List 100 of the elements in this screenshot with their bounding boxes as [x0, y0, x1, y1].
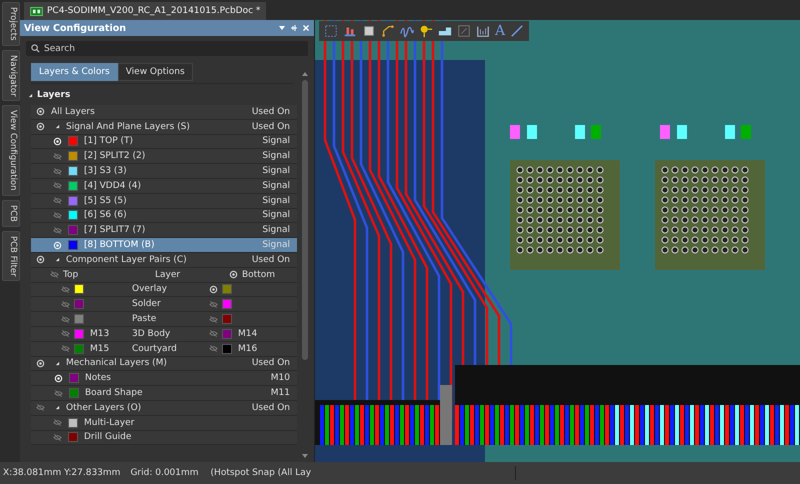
- eye-icon[interactable]: [36, 122, 45, 132]
- layer-pair-row[interactable]: Paste: [31, 312, 297, 327]
- expand-icon[interactable]: [55, 360, 60, 366]
- color-swatch[interactable]: [69, 373, 79, 384]
- bracket-icon[interactable]: [476, 24, 490, 38]
- color-swatch[interactable]: [68, 432, 78, 442]
- pcb-layout-drawing[interactable]: [315, 20, 800, 462]
- panel-tab[interactable]: View Options: [118, 63, 193, 81]
- color-swatch[interactable]: [222, 344, 232, 354]
- scroll-down-icon[interactable]: [302, 454, 308, 458]
- color-swatch[interactable]: [74, 344, 84, 354]
- color-swatch[interactable]: [222, 299, 232, 310]
- dropdown-icon[interactable]: [278, 24, 286, 32]
- color-swatch[interactable]: [68, 225, 78, 236]
- color-swatch[interactable]: [68, 166, 78, 176]
- layer-row[interactable]: [1] TOP (T) Signal: [31, 134, 297, 150]
- layer-group-row[interactable]: Signal And Plane Layers (S) Used On: [31, 120, 297, 135]
- color-swatch[interactable]: [222, 328, 232, 339]
- component-icon[interactable]: [362, 24, 376, 38]
- eye-hidden-icon[interactable]: [61, 314, 70, 324]
- text-tool[interactable]: A: [495, 24, 506, 38]
- eye-icon[interactable]: [36, 358, 45, 368]
- eye-hidden-icon[interactable]: [53, 152, 62, 161]
- eye-hidden-icon[interactable]: [61, 329, 70, 338]
- panel-tab[interactable]: Layers & Colors: [31, 63, 118, 81]
- layer-row[interactable]: Notes M10: [31, 371, 297, 386]
- layer-pair-row[interactable]: M15 Courtyard M16: [31, 342, 297, 357]
- layer-pair-row[interactable]: Solder: [31, 297, 297, 312]
- side-panel-tab[interactable]: Navigator: [2, 50, 20, 102]
- eye-hidden-icon[interactable]: [36, 403, 45, 412]
- color-swatch[interactable]: [74, 314, 84, 324]
- layer-row[interactable]: [5] S5 (5) Signal: [31, 194, 297, 209]
- color-swatch[interactable]: [74, 299, 84, 310]
- layer-row[interactable]: [2] SPLIT2 (2) Signal: [31, 149, 297, 164]
- eye-hidden-icon[interactable]: [209, 329, 218, 338]
- eye-hidden-icon[interactable]: [53, 181, 62, 190]
- color-swatch[interactable]: [68, 418, 78, 428]
- search-field[interactable]: Search: [26, 41, 308, 56]
- layer-row[interactable]: [3] S3 (3) Signal: [31, 164, 297, 179]
- line-icon[interactable]: [510, 24, 524, 38]
- scrollbar-thumb[interactable]: [302, 80, 308, 360]
- color-swatch[interactable]: [222, 314, 232, 324]
- select-rectangle-icon[interactable]: [324, 24, 338, 38]
- probe-icon[interactable]: [419, 24, 433, 38]
- side-panel-tab[interactable]: PCB: [2, 200, 20, 227]
- layer-row[interactable]: Board Shape M11: [31, 386, 297, 401]
- color-swatch[interactable]: [69, 388, 79, 398]
- eye-icon[interactable]: [229, 270, 238, 280]
- eye-hidden-icon[interactable]: [53, 166, 62, 176]
- scroll-up-icon[interactable]: [302, 72, 308, 76]
- color-swatch[interactable]: [68, 240, 78, 250]
- color-swatch[interactable]: [68, 210, 78, 220]
- eye-hidden-icon[interactable]: [61, 284, 70, 294]
- layer-row[interactable]: [7] SPLIT7 (7) Signal: [31, 223, 297, 238]
- eye-hidden-icon[interactable]: [53, 226, 62, 235]
- pin-icon[interactable]: [290, 24, 298, 32]
- document-tab[interactable]: PC4-SODIMM_V200_RC_A1_20141015.PcbDoc *: [24, 2, 266, 20]
- route-icon[interactable]: [381, 24, 395, 38]
- layer-row[interactable]: Drill Guide: [31, 430, 297, 446]
- color-swatch[interactable]: [74, 284, 84, 294]
- expand-icon[interactable]: [55, 405, 60, 410]
- eye-hidden-icon[interactable]: [50, 270, 59, 280]
- side-panel-tab[interactable]: View Configuration: [2, 105, 20, 196]
- side-panel-tab[interactable]: PCB Filter: [2, 230, 20, 282]
- layer-group-row[interactable]: All Layers Used On: [31, 105, 297, 120]
- color-swatch[interactable]: [222, 284, 232, 294]
- color-swatch[interactable]: [68, 180, 78, 191]
- layer-row[interactable]: [6] S6 (6) Signal: [31, 208, 297, 224]
- layer-row[interactable]: [8] BOTTOM (B) Signal: [31, 238, 297, 253]
- color-swatch[interactable]: [68, 151, 78, 162]
- side-panel-tab[interactable]: Projects: [2, 2, 20, 46]
- eye-icon[interactable]: [209, 284, 218, 294]
- eye-icon[interactable]: [36, 255, 45, 264]
- close-icon[interactable]: [302, 24, 310, 32]
- eye-hidden-icon[interactable]: [53, 418, 62, 428]
- eye-hidden-icon[interactable]: [53, 210, 62, 220]
- color-swatch[interactable]: [68, 136, 78, 146]
- eye-hidden-icon[interactable]: [209, 314, 218, 324]
- eye-hidden-icon[interactable]: [54, 388, 63, 398]
- eye-hidden-icon[interactable]: [209, 344, 218, 354]
- eye-icon[interactable]: [36, 107, 45, 116]
- expand-icon[interactable]: [28, 92, 33, 98]
- color-swatch[interactable]: [74, 328, 84, 339]
- expand-icon[interactable]: [55, 257, 60, 262]
- eye-hidden-icon[interactable]: [53, 432, 62, 442]
- layer-group-row[interactable]: Component Layer Pairs (C) Used On: [31, 252, 297, 268]
- eye-hidden-icon[interactable]: [53, 196, 62, 206]
- layer-row[interactable]: Multi-Layer: [31, 416, 297, 431]
- eye-hidden-icon[interactable]: [61, 344, 70, 354]
- expand-icon[interactable]: [55, 124, 60, 130]
- layer-group-row[interactable]: Other Layers (O) Used On: [31, 400, 297, 416]
- color-swatch[interactable]: [68, 196, 78, 206]
- eye-hidden-icon[interactable]: [209, 300, 218, 309]
- eye-hidden-icon[interactable]: [61, 300, 70, 309]
- dimension-icon[interactable]: [457, 24, 471, 38]
- layer-pair-row[interactable]: Overlay: [31, 282, 297, 298]
- layer-pair-row[interactable]: M13 3D Body M14: [31, 326, 297, 342]
- layer-group-row[interactable]: Mechanical Layers (M) Used On: [31, 356, 297, 372]
- layer-row[interactable]: [4] VDD4 (4) Signal: [31, 178, 297, 194]
- wave-icon[interactable]: [400, 24, 414, 38]
